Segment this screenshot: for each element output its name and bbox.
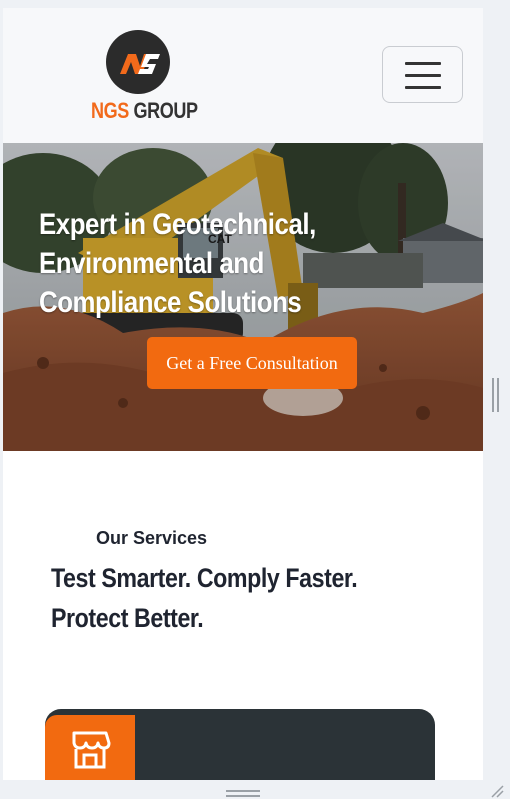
scrollbar-grip[interactable] xyxy=(492,378,500,412)
logo-text-ngs: NGS xyxy=(91,98,129,123)
logo-text-group: GROUP xyxy=(133,98,198,123)
site-header: NGS GROUP xyxy=(3,8,483,143)
service-icon-box xyxy=(45,715,135,780)
hero-title: Expert in Geotechnical, Environmental an… xyxy=(39,208,316,319)
hamburger-menu-button[interactable] xyxy=(382,46,463,103)
ngs-group-logo[interactable]: NGS GROUP xyxy=(91,30,198,130)
hamburger-menu-icon xyxy=(405,62,441,65)
free-consultation-button[interactable]: Get a Free Consultation xyxy=(147,337,357,389)
page: NGS GROUP CAT Expert in Geotechnical, En… xyxy=(3,8,483,780)
services-label: Our Services xyxy=(96,528,208,548)
services-heading: Test Smarter. Comply Faster. Protect Bet… xyxy=(51,563,358,633)
resize-handle-icon[interactable] xyxy=(490,784,504,798)
bottom-drag-handle[interactable] xyxy=(226,790,260,798)
logo-wordmark: NGS GROUP xyxy=(91,98,198,124)
logo-emblem xyxy=(106,30,170,94)
storefront-icon xyxy=(72,731,111,769)
service-card[interactable] xyxy=(45,709,435,780)
hero-banner: CAT Expert in Geotechnical, Environmenta… xyxy=(3,143,483,451)
